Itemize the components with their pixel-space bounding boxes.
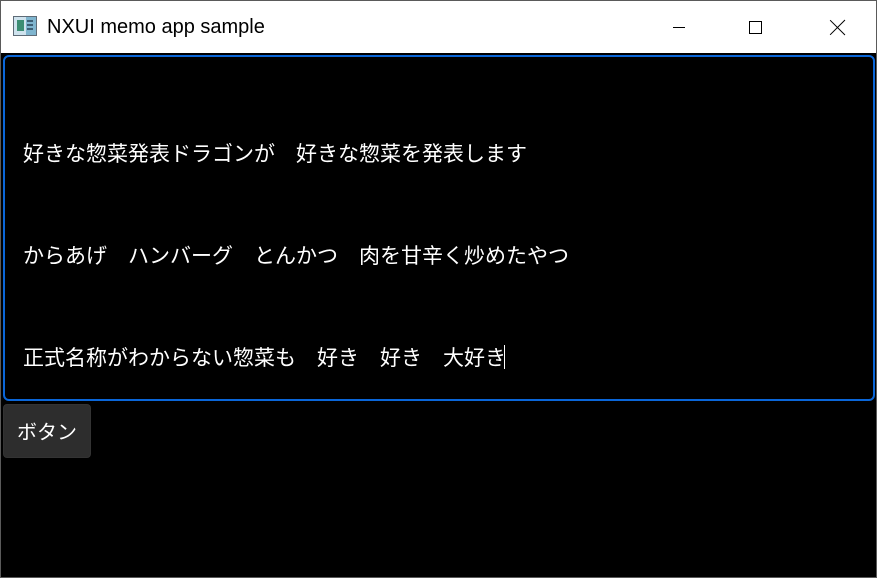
close-button[interactable]: [800, 1, 876, 53]
memo-text-area[interactable]: 好きな惣菜発表ドラゴンが 好きな惣菜を発表します からあげ ハンバーグ とんかつ…: [3, 55, 875, 401]
text-caret: [504, 345, 505, 369]
memo-line: 正式名称がわからない惣菜も 好き 好き 大好き: [23, 341, 569, 375]
maximize-button[interactable]: [717, 1, 793, 53]
memo-line-text: 正式名称がわからない惣菜も 好き 好き 大好き: [23, 346, 506, 370]
memo-line: 好きな惣菜発表ドラゴンが 好きな惣菜を発表します: [23, 142, 527, 166]
app-window: NXUI memo app sample 好きな惣菜発表ドラゴンが 好きな惣菜を…: [0, 0, 877, 578]
title-bar[interactable]: NXUI memo app sample: [1, 1, 876, 53]
memo-content: 好きな惣菜発表ドラゴンが 好きな惣菜を発表します からあげ ハンバーグ とんかつ…: [23, 69, 569, 443]
maximize-icon: [748, 20, 762, 34]
minimize-icon: [673, 26, 685, 28]
minimize-button[interactable]: [641, 1, 717, 53]
window-title: NXUI memo app sample: [47, 16, 265, 38]
memo-line: からあげ ハンバーグ とんかつ 肉を甘辛く炒めたやつ: [23, 244, 569, 268]
close-icon: [830, 19, 846, 35]
app-window-icon: [13, 16, 37, 36]
action-button[interactable]: ボタン: [3, 404, 91, 458]
